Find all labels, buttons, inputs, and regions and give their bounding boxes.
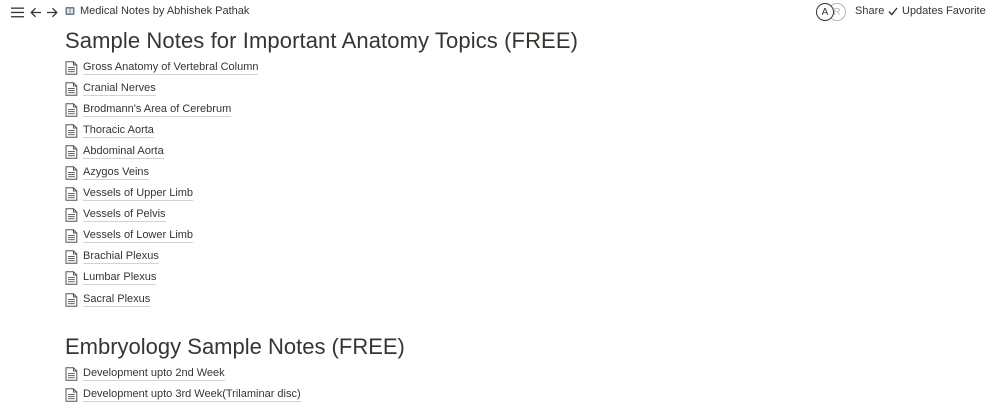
list-item[interactable]: Thoracic Aorta <box>65 120 258 141</box>
page-icon <box>65 60 78 75</box>
page-link[interactable]: Lumbar Plexus <box>83 271 157 286</box>
back-arrow-icon[interactable] <box>28 4 44 20</box>
page-icon <box>65 250 78 265</box>
page-icon <box>65 292 78 307</box>
page-link[interactable]: Vessels of Lower Limb <box>83 229 194 244</box>
page-link[interactable]: Brachial Plexus <box>83 250 159 265</box>
page-icon <box>65 366 78 381</box>
breadcrumb-title: Medical Notes by Abhishek Pathak <box>80 5 250 17</box>
breadcrumb[interactable]: Medical Notes by Abhishek Pathak <box>65 5 249 17</box>
list-item[interactable]: Gross Anatomy of Vertebral Column <box>65 57 259 78</box>
page-icon <box>65 81 78 96</box>
list-item[interactable]: Brachial Plexus <box>65 247 258 268</box>
collaborator-avatars[interactable]: A R <box>816 3 846 21</box>
list-item[interactable]: Sacral Plexus <box>65 289 258 310</box>
check-icon <box>888 7 898 16</box>
list-item[interactable]: Vessels of Upper Limb <box>65 184 258 205</box>
menu-icon[interactable] <box>9 4 25 20</box>
list-item[interactable]: Azygos Veins <box>65 162 258 183</box>
page-link[interactable]: Development upto 2nd Week <box>83 367 225 381</box>
page-link[interactable]: Sacral Plexus <box>83 293 151 307</box>
updates-label: Updates <box>902 5 943 17</box>
page-icon <box>65 387 78 402</box>
page-link[interactable]: Brodmann's Area of Cerebrum <box>83 103 232 117</box>
page-icon <box>65 271 78 286</box>
page-icon <box>65 145 78 159</box>
list-item[interactable]: Abdominal Aorta <box>65 141 258 162</box>
list-item[interactable]: Vessels of Pelvis <box>65 205 258 226</box>
page-link[interactable]: Gross Anatomy of Vertebral Column <box>83 61 259 75</box>
list-item[interactable]: Cranial Nerves <box>65 78 258 99</box>
section-heading-anatomy: Sample Notes for Important Anatomy Topic… <box>65 28 579 53</box>
page-link[interactable]: Vessels of Upper Limb <box>83 187 194 202</box>
page-icon <box>65 229 78 244</box>
page-link[interactable]: Cranial Nerves <box>83 82 156 96</box>
page-icon <box>65 208 78 223</box>
anatomy-page-list: Gross Anatomy of Vertebral Column Crania… <box>65 57 259 310</box>
favorite-button[interactable]: Favorite <box>946 5 986 17</box>
top-bar: Medical Notes by Abhishek Pathak A R Sha… <box>0 0 1005 24</box>
page-link[interactable]: Thoracic Aorta <box>83 124 154 138</box>
page-link[interactable]: Development upto 3rd Week(Trilaminar dis… <box>83 388 301 402</box>
section-heading-embryology: Embryology Sample Notes (FREE) <box>65 334 405 359</box>
list-item[interactable]: Vessels of Lower Limb <box>65 226 258 247</box>
list-item[interactable]: Brodmann's Area of Cerebrum <box>65 99 258 120</box>
list-item[interactable]: Lumbar Plexus <box>65 268 258 289</box>
page-link[interactable]: Vessels of Pelvis <box>83 208 166 223</box>
page-icon <box>65 102 78 117</box>
avatar[interactable]: A <box>816 3 834 21</box>
list-item[interactable]: Development upto 2nd Week <box>65 363 301 384</box>
list-item[interactable]: Development upto 3rd Week(Trilaminar dis… <box>65 384 301 405</box>
page-link[interactable]: Abdominal Aorta <box>83 145 164 159</box>
page-icon <box>65 166 78 180</box>
share-button[interactable]: Share <box>855 5 884 17</box>
forward-arrow-icon[interactable] <box>44 4 60 20</box>
embryology-page-list: Development upto 2nd Week Development up… <box>65 363 301 405</box>
updates-button[interactable]: Updates <box>888 5 943 17</box>
page-icon <box>65 187 78 201</box>
page-link[interactable]: Azygos Veins <box>83 166 150 181</box>
page-icon <box>65 124 78 138</box>
book-icon <box>65 7 75 15</box>
